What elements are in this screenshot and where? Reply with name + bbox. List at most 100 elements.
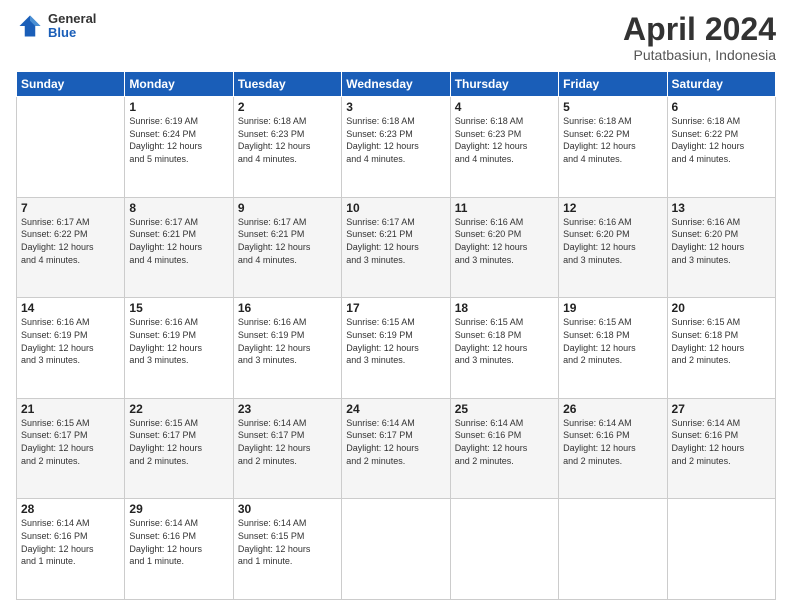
- day-number: 28: [21, 502, 120, 516]
- day-info: Sunrise: 6:15 AM Sunset: 6:18 PM Dayligh…: [563, 316, 662, 366]
- table-row: 3Sunrise: 6:18 AM Sunset: 6:23 PM Daylig…: [342, 97, 450, 198]
- day-info: Sunrise: 6:14 AM Sunset: 6:17 PM Dayligh…: [346, 417, 445, 467]
- calendar-row: 21Sunrise: 6:15 AM Sunset: 6:17 PM Dayli…: [17, 398, 776, 499]
- table-row: 18Sunrise: 6:15 AM Sunset: 6:18 PM Dayli…: [450, 298, 558, 399]
- day-info: Sunrise: 6:14 AM Sunset: 6:16 PM Dayligh…: [672, 417, 771, 467]
- calendar-row: 14 Sunrise: 6:16 AM Sunset: 6:19 PM Dayli…: [17, 298, 776, 399]
- logo-general-text: General: [48, 12, 96, 26]
- table-row: 10Sunrise: 6:17 AM Sunset: 6:21 PM Dayli…: [342, 197, 450, 298]
- header-row: Sunday Monday Tuesday Wednesday Thursday…: [17, 72, 776, 97]
- table-row: 11Sunrise: 6:16 AM Sunset: 6:20 PM Dayli…: [450, 197, 558, 298]
- day-number: 24: [346, 402, 445, 416]
- day-info: Sunrise: 6:19 AM Sunset: 6:24 PM Dayligh…: [129, 115, 228, 165]
- table-row: 22Sunrise: 6:15 AM Sunset: 6:17 PM Dayli…: [125, 398, 233, 499]
- day-number: 12: [563, 201, 662, 215]
- calendar-row: 7Sunrise: 6:17 AM Sunset: 6:22 PM Daylig…: [17, 197, 776, 298]
- day-info: Sunrise: 6:16 AM Sunset: 6:20 PM Dayligh…: [563, 216, 662, 266]
- table-row: 23Sunrise: 6:14 AM Sunset: 6:17 PM Dayli…: [233, 398, 341, 499]
- day-info: Sunrise: 6:16 AM Sunset: 6:20 PM Dayligh…: [455, 216, 554, 266]
- day-info: Sunrise: 6:15 AM Sunset: 6:19 PM Dayligh…: [346, 316, 445, 366]
- day-info: Sunrise: 6:14 AM Sunset: 6:16 PM Dayligh…: [563, 417, 662, 467]
- day-number: 23: [238, 402, 337, 416]
- table-row: 16Sunrise: 6:16 AM Sunset: 6:19 PM Dayli…: [233, 298, 341, 399]
- table-row: 8Sunrise: 6:17 AM Sunset: 6:21 PM Daylig…: [125, 197, 233, 298]
- table-row: 15Sunrise: 6:16 AM Sunset: 6:19 PM Dayli…: [125, 298, 233, 399]
- day-info: Sunrise: 6:14 AM Sunset: 6:16 PM Dayligh…: [129, 517, 228, 567]
- day-number: 16: [238, 301, 337, 315]
- day-number: 19: [563, 301, 662, 315]
- table-row: 1Sunrise: 6:19 AM Sunset: 6:24 PM Daylig…: [125, 97, 233, 198]
- day-info: Sunrise: 6:16 AM Sunset: 6:20 PM Dayligh…: [672, 216, 771, 266]
- day-number: 3: [346, 100, 445, 114]
- day-info: Sunrise: 6:16 AM Sunset: 6:19 PM Dayligh…: [238, 316, 337, 366]
- day-number: 27: [672, 402, 771, 416]
- day-info: Sunrise: 6:17 AM Sunset: 6:22 PM Dayligh…: [21, 216, 120, 266]
- day-info: Sunrise: 6:15 AM Sunset: 6:18 PM Dayligh…: [455, 316, 554, 366]
- table-row: 2Sunrise: 6:18 AM Sunset: 6:23 PM Daylig…: [233, 97, 341, 198]
- day-number: 11: [455, 201, 554, 215]
- day-info: Sunrise: 6:15 AM Sunset: 6:17 PM Dayligh…: [129, 417, 228, 467]
- day-number: 26: [563, 402, 662, 416]
- day-number: 13: [672, 201, 771, 215]
- table-row: 12Sunrise: 6:16 AM Sunset: 6:20 PM Dayli…: [559, 197, 667, 298]
- table-row: 9Sunrise: 6:17 AM Sunset: 6:21 PM Daylig…: [233, 197, 341, 298]
- col-friday: Friday: [559, 72, 667, 97]
- day-info: Sunrise: 6:18 AM Sunset: 6:23 PM Dayligh…: [455, 115, 554, 165]
- day-info: Sunrise: 6:14 AM Sunset: 6:17 PM Dayligh…: [238, 417, 337, 467]
- logo-icon: [16, 12, 44, 40]
- page: General Blue April 2024 Putatbasiun, Ind…: [0, 0, 792, 612]
- table-row: [342, 499, 450, 600]
- day-number: 6: [672, 100, 771, 114]
- day-info: Sunrise: 6:17 AM Sunset: 6:21 PM Dayligh…: [129, 216, 228, 266]
- day-info: Sunrise: 6:18 AM Sunset: 6:22 PM Dayligh…: [563, 115, 662, 165]
- col-monday: Monday: [125, 72, 233, 97]
- table-row: 17Sunrise: 6:15 AM Sunset: 6:19 PM Dayli…: [342, 298, 450, 399]
- table-row: 26Sunrise: 6:14 AM Sunset: 6:16 PM Dayli…: [559, 398, 667, 499]
- table-row: 21Sunrise: 6:15 AM Sunset: 6:17 PM Dayli…: [17, 398, 125, 499]
- table-row: 14Sunrise: 6:16 AM Sunset: 6:19 PM Dayli…: [17, 298, 125, 399]
- day-number: 2: [238, 100, 337, 114]
- day-number: 22: [129, 402, 228, 416]
- day-number: 20: [672, 301, 771, 315]
- day-info: Sunrise: 6:14 AM Sunset: 6:16 PM Dayligh…: [21, 517, 120, 567]
- day-info: Sunrise: 6:17 AM Sunset: 6:21 PM Dayligh…: [238, 216, 337, 266]
- calendar-row: 1Sunrise: 6:19 AM Sunset: 6:24 PM Daylig…: [17, 97, 776, 198]
- day-number: 14: [21, 301, 120, 315]
- logo-blue-text: Blue: [48, 26, 96, 40]
- table-row: 25Sunrise: 6:14 AM Sunset: 6:16 PM Dayli…: [450, 398, 558, 499]
- day-info: Sunrise: 6:18 AM Sunset: 6:22 PM Dayligh…: [672, 115, 771, 165]
- day-number: 5: [563, 100, 662, 114]
- col-saturday: Saturday: [667, 72, 775, 97]
- day-number: 4: [455, 100, 554, 114]
- day-number: 15: [129, 301, 228, 315]
- day-number: 21: [21, 402, 120, 416]
- logo-text: General Blue: [48, 12, 96, 41]
- table-row: 7Sunrise: 6:17 AM Sunset: 6:22 PM Daylig…: [17, 197, 125, 298]
- main-title: April 2024: [623, 12, 776, 47]
- day-number: 29: [129, 502, 228, 516]
- table-row: 13Sunrise: 6:16 AM Sunset: 6:20 PM Dayli…: [667, 197, 775, 298]
- day-number: 10: [346, 201, 445, 215]
- day-number: 30: [238, 502, 337, 516]
- calendar-header: Sunday Monday Tuesday Wednesday Thursday…: [17, 72, 776, 97]
- day-info: Sunrise: 6:15 AM Sunset: 6:18 PM Dayligh…: [672, 316, 771, 366]
- table-row: 30Sunrise: 6:14 AM Sunset: 6:15 PM Dayli…: [233, 499, 341, 600]
- table-row: 24Sunrise: 6:14 AM Sunset: 6:17 PM Dayli…: [342, 398, 450, 499]
- col-sunday: Sunday: [17, 72, 125, 97]
- day-info: Sunrise: 6:18 AM Sunset: 6:23 PM Dayligh…: [238, 115, 337, 165]
- table-row: 29Sunrise: 6:14 AM Sunset: 6:16 PM Dayli…: [125, 499, 233, 600]
- day-number: 1: [129, 100, 228, 114]
- day-info: Sunrise: 6:14 AM Sunset: 6:15 PM Dayligh…: [238, 517, 337, 567]
- day-number: 17: [346, 301, 445, 315]
- table-row: [450, 499, 558, 600]
- day-info: Sunrise: 6:15 AM Sunset: 6:17 PM Dayligh…: [21, 417, 120, 467]
- table-row: [17, 97, 125, 198]
- logo: General Blue: [16, 12, 96, 41]
- day-info: Sunrise: 6:18 AM Sunset: 6:23 PM Dayligh…: [346, 115, 445, 165]
- day-number: 8: [129, 201, 228, 215]
- title-area: April 2024 Putatbasiun, Indonesia: [623, 12, 776, 63]
- subtitle: Putatbasiun, Indonesia: [623, 47, 776, 63]
- table-row: 4Sunrise: 6:18 AM Sunset: 6:23 PM Daylig…: [450, 97, 558, 198]
- day-number: 9: [238, 201, 337, 215]
- table-row: 27Sunrise: 6:14 AM Sunset: 6:16 PM Dayli…: [667, 398, 775, 499]
